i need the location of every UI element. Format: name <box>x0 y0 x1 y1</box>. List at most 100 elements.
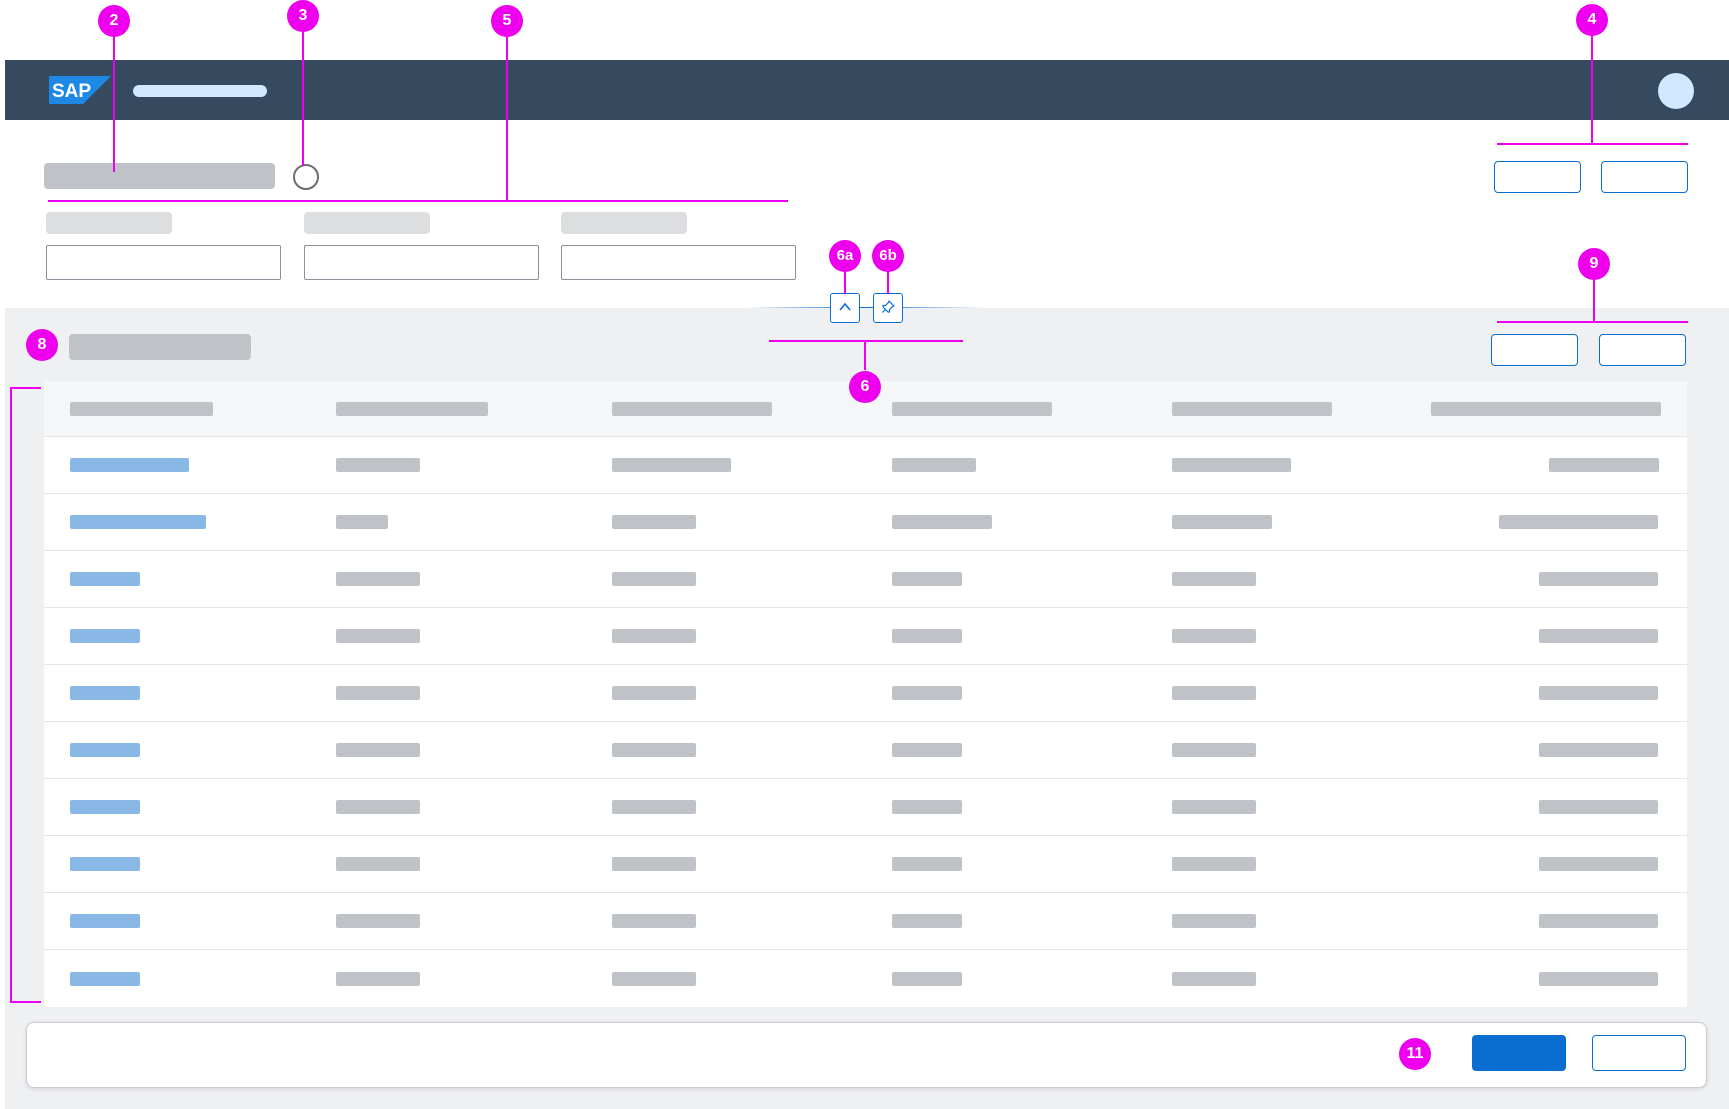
annotation-bracket-9 <box>1497 321 1688 323</box>
row-cell <box>1172 572 1256 586</box>
table-row[interactable] <box>44 722 1687 779</box>
row-cell <box>1539 914 1658 928</box>
pin-header-button[interactable] <box>873 293 903 323</box>
row-link-cell[interactable] <box>70 686 140 700</box>
annotation-leader-3 <box>302 30 304 166</box>
row-cell <box>336 629 420 643</box>
column-header-3[interactable] <box>612 401 772 416</box>
row-cell <box>1539 686 1658 700</box>
row-cell <box>336 572 420 586</box>
annotation-bracket-4 <box>1497 143 1688 145</box>
row-cell <box>892 971 962 986</box>
table-row[interactable] <box>44 779 1687 836</box>
table-row[interactable] <box>44 437 1687 494</box>
row-link-cell[interactable] <box>70 743 140 757</box>
row-cell <box>1539 800 1658 814</box>
annotation-leader-6a <box>844 270 846 294</box>
table-row[interactable] <box>44 665 1687 722</box>
row-link-cell[interactable] <box>70 971 140 986</box>
table-title <box>69 334 251 360</box>
table-action-button-1[interactable] <box>1491 334 1578 366</box>
row-link-cell[interactable] <box>70 515 206 529</box>
row-cell <box>892 743 962 757</box>
sap-logo-text: SAP <box>52 81 91 102</box>
column-header-5[interactable] <box>1172 401 1332 416</box>
row-cell <box>1172 971 1256 986</box>
row-cell <box>336 515 388 529</box>
table-row[interactable] <box>44 494 1687 551</box>
row-cell <box>336 857 420 871</box>
row-cell <box>1539 572 1658 586</box>
collapse-header-button[interactable] <box>830 293 860 323</box>
row-cell <box>1172 686 1256 700</box>
header-action-button-1[interactable] <box>1494 161 1581 193</box>
row-cell <box>1172 515 1272 529</box>
filter-input-2[interactable] <box>304 245 539 280</box>
table-row[interactable] <box>44 608 1687 665</box>
page-title <box>44 163 275 189</box>
table-row[interactable] <box>44 836 1687 893</box>
column-header-1[interactable] <box>70 401 213 416</box>
row-cell <box>1172 743 1256 757</box>
table-row[interactable] <box>44 893 1687 950</box>
row-cell <box>892 800 962 814</box>
row-cell <box>1539 629 1658 643</box>
filter-input-1[interactable] <box>46 245 281 280</box>
row-cell <box>612 515 696 529</box>
annotation-badge-3: 3 <box>287 0 319 32</box>
annotation-leader-2 <box>113 36 115 172</box>
sap-logo-icon[interactable]: SAP <box>49 76 111 104</box>
row-cell <box>892 857 962 871</box>
row-cell <box>612 914 696 928</box>
header-divider <box>745 307 985 308</box>
footer-emphasized-button[interactable] <box>1472 1035 1566 1071</box>
annotation-leader-5 <box>506 36 508 201</box>
row-cell <box>612 800 696 814</box>
row-cell <box>336 800 420 814</box>
table-row[interactable] <box>44 551 1687 608</box>
column-header-6[interactable] <box>1431 401 1661 416</box>
column-header-2[interactable] <box>336 401 488 416</box>
annotation-badge-4: 4 <box>1576 4 1608 36</box>
row-cell <box>1172 629 1256 643</box>
row-link-cell[interactable] <box>70 572 140 586</box>
annotation-badge-6a: 6a <box>829 240 861 272</box>
row-cell <box>892 515 992 529</box>
row-cell <box>612 971 696 986</box>
annotation-badge-6b: 6b <box>872 240 904 272</box>
row-cell <box>1499 515 1658 529</box>
annotation-badge-11: 11 <box>1399 1038 1431 1070</box>
annotation-bracket-6 <box>769 340 963 342</box>
table-action-button-2[interactable] <box>1599 334 1686 366</box>
row-cell <box>892 572 962 586</box>
avatar-icon[interactable] <box>1658 73 1694 109</box>
row-link-cell[interactable] <box>70 629 140 643</box>
row-link-cell[interactable] <box>70 857 140 871</box>
row-cell <box>1539 857 1658 871</box>
footer-secondary-button[interactable] <box>1592 1035 1686 1071</box>
row-cell <box>336 458 420 472</box>
annotation-leader-6b <box>887 270 889 294</box>
header-action-button-2[interactable] <box>1601 161 1688 193</box>
pin-icon <box>882 300 895 313</box>
status-indicator-icon[interactable] <box>293 164 319 190</box>
row-link-cell[interactable] <box>70 458 189 472</box>
annotation-badge-6: 6 <box>849 371 881 403</box>
table-row[interactable] <box>44 950 1687 1007</box>
row-cell <box>892 629 962 643</box>
row-link-cell[interactable] <box>70 800 140 814</box>
wireframe-stage: SAP 2 3 5 4 6a 6b 6 9 8 11 <box>0 0 1729 1109</box>
filter-input-3[interactable] <box>561 245 796 280</box>
annotation-badge-5: 5 <box>491 5 523 37</box>
row-cell <box>612 629 696 643</box>
row-cell <box>612 857 696 871</box>
shell-title-placeholder <box>133 85 267 97</box>
annotation-leader-9 <box>1593 278 1595 322</box>
column-header-4[interactable] <box>892 401 1052 416</box>
annotation-leader-6 <box>864 340 866 370</box>
row-cell <box>336 743 420 757</box>
filter-label-2 <box>304 212 430 234</box>
row-cell <box>1539 971 1658 986</box>
row-cell <box>336 914 420 928</box>
row-link-cell[interactable] <box>70 914 140 928</box>
